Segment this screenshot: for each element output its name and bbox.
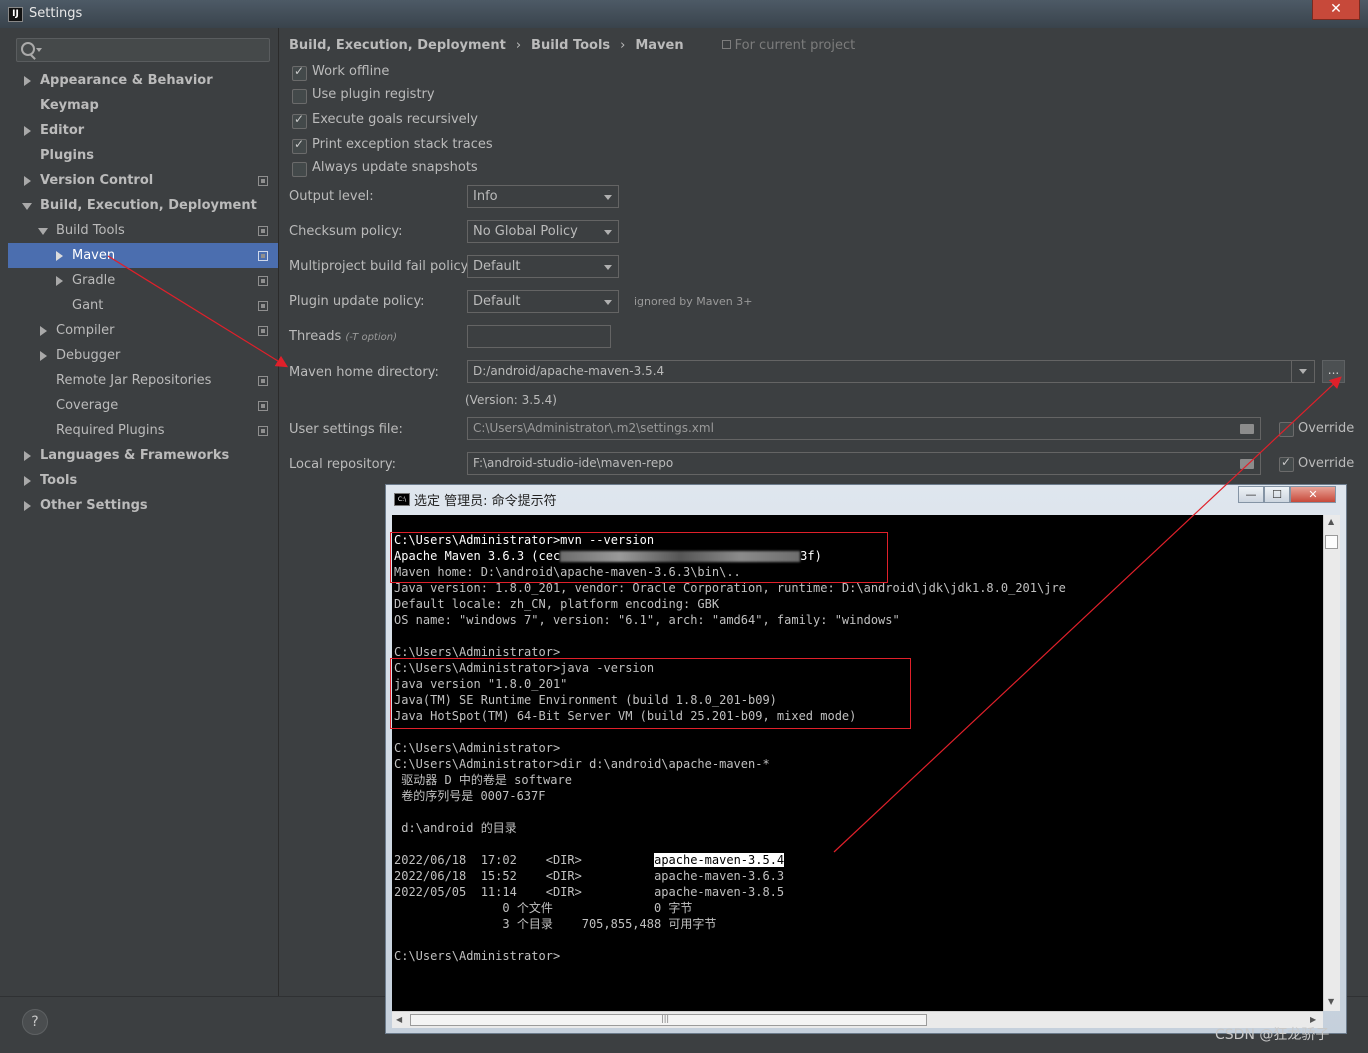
annotation-arrow-dir-to-browse	[833, 376, 1342, 853]
annotation-arrows	[107, 255, 1342, 853]
csdn-watermark: CSDN @狂龙骄子	[1215, 1027, 1330, 1043]
annotation-arrow-maven-to-home	[107, 255, 289, 368]
